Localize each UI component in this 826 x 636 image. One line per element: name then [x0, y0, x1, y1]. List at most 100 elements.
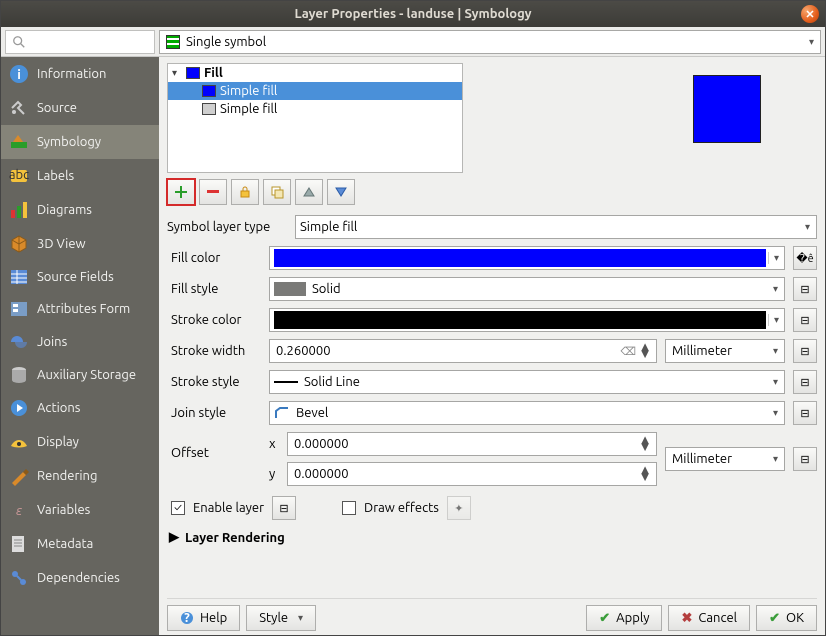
- symbol-layer-type-select[interactable]: Simple fill: [295, 215, 817, 239]
- sidebar-item-label: Source Fields: [37, 271, 114, 284]
- fill-style-select[interactable]: Solid: [269, 277, 785, 301]
- style-button[interactable]: Style: [246, 605, 316, 631]
- symbol-mode-label: Single symbol: [186, 35, 266, 49]
- stroke-style-label: Stroke style: [167, 375, 261, 389]
- layer-rendering-header[interactable]: ▶ Layer Rendering: [167, 530, 817, 545]
- move-up-button[interactable]: [295, 179, 323, 205]
- offset-x-input[interactable]: ▲▼: [287, 432, 657, 456]
- offset-unit[interactable]: Millimeter: [665, 447, 785, 471]
- offset-label: Offset: [167, 432, 261, 460]
- offset-y-label: y: [269, 467, 279, 481]
- stroke-color-label: Stroke color: [167, 313, 261, 327]
- close-icon[interactable]: ✕: [801, 5, 819, 23]
- sidebar-item-source-fields[interactable]: Source Fields: [1, 261, 159, 293]
- sidebar-item-label: Display: [37, 435, 79, 449]
- auxiliary-storage-icon: [9, 365, 29, 385]
- tree-item[interactable]: Simple fill: [168, 100, 462, 118]
- sidebar-item-attributes-form[interactable]: Attributes Form: [1, 293, 159, 325]
- sidebar-item-label: Joins: [37, 335, 67, 349]
- move-down-button[interactable]: [327, 179, 355, 205]
- tree-item[interactable]: Simple fill: [168, 82, 462, 100]
- data-defined-fill-style[interactable]: ⊟: [793, 277, 817, 301]
- source-fields-icon: [9, 267, 29, 287]
- join-style-select[interactable]: Bevel: [269, 401, 785, 425]
- sidebar-item-symbology[interactable]: Symbology: [1, 125, 159, 159]
- symbol-layer-tree[interactable]: ▾FillSimple fillSimple fill: [167, 63, 463, 173]
- enable-layer-checkbox[interactable]: ✓: [171, 501, 185, 515]
- remove-layer-button[interactable]: [199, 179, 227, 205]
- information-icon: i: [9, 64, 29, 84]
- tree-root[interactable]: ▾Fill: [168, 64, 462, 82]
- fill-color-label: Fill color: [167, 251, 261, 265]
- sidebar-item-source[interactable]: Source: [1, 91, 159, 125]
- search-icon: [12, 35, 26, 49]
- offset-x-label: x: [269, 437, 279, 451]
- stroke-color-select[interactable]: ▾: [269, 308, 785, 332]
- cancel-button[interactable]: ✖ Cancel: [668, 605, 750, 631]
- sidebar-item-label: Information: [37, 67, 106, 81]
- data-defined-offset[interactable]: ⊟: [793, 447, 817, 471]
- sidebar-item-label: Labels: [37, 169, 74, 183]
- apply-button[interactable]: ✔ Apply: [586, 605, 662, 631]
- enable-layer-label: Enable layer: [193, 501, 264, 515]
- data-defined-join-style[interactable]: ⊟: [793, 401, 817, 425]
- draw-effects-checkbox[interactable]: [342, 501, 356, 515]
- svg-text:?: ?: [184, 611, 190, 625]
- svg-text:ε: ε: [16, 504, 22, 518]
- titlebar: Layer Properties - landuse | Symbology ✕: [1, 1, 825, 27]
- duplicate-layer-button[interactable]: [263, 179, 291, 205]
- sidebar-item-label: Rendering: [37, 469, 97, 483]
- sidebar-item-diagrams[interactable]: Diagrams: [1, 193, 159, 227]
- rendering-icon: [9, 466, 29, 486]
- symbol-layer-type-label: Symbol layer type: [167, 220, 287, 234]
- metadata-icon: [9, 534, 29, 554]
- data-defined-stroke-style[interactable]: ⊟: [793, 370, 817, 394]
- add-layer-button[interactable]: [167, 179, 195, 205]
- sidebar-item-labels[interactable]: abc Labels: [1, 159, 159, 193]
- svg-text:abc: abc: [9, 168, 29, 182]
- sidebar-item-information[interactable]: i Information: [1, 57, 159, 91]
- sidebar-item-auxiliary-storage[interactable]: Auxiliary Storage: [1, 359, 159, 391]
- variables-icon: ε: [9, 500, 29, 520]
- attributes-form-icon: [9, 299, 29, 319]
- fill-style-label: Fill style: [167, 282, 261, 296]
- symbol-mode-select[interactable]: Single symbol: [159, 30, 821, 54]
- help-button[interactable]: ? Help: [167, 605, 240, 631]
- help-icon: ?: [180, 611, 194, 625]
- sidebar-item-label: Variables: [37, 503, 90, 517]
- sidebar-item-dependencies[interactable]: Dependencies: [1, 561, 159, 595]
- sidebar-item-display[interactable]: Display: [1, 425, 159, 459]
- disclosure-icon: ▶: [169, 530, 179, 545]
- sidebar-item-rendering[interactable]: Rendering: [1, 459, 159, 493]
- data-defined-enable[interactable]: ⊟: [272, 496, 296, 520]
- search-input[interactable]: [5, 30, 155, 54]
- sidebar-item-label: Source: [37, 101, 77, 115]
- lock-layer-button[interactable]: [231, 179, 259, 205]
- symbology-icon: [9, 132, 29, 152]
- sidebar-item-variables[interactable]: ε Variables: [1, 493, 159, 527]
- stroke-style-select[interactable]: Solid Line: [269, 370, 785, 394]
- draw-effects-settings[interactable]: ✦: [447, 496, 471, 520]
- data-defined-stroke-width[interactable]: ⊟: [793, 339, 817, 363]
- sidebar-item-metadata[interactable]: Metadata: [1, 527, 159, 561]
- sidebar-item-joins[interactable]: Joins: [1, 325, 159, 359]
- source-icon: [9, 98, 29, 118]
- labels-icon: abc: [9, 166, 29, 186]
- sidebar-item-label: Diagrams: [37, 203, 92, 217]
- data-defined-fill-color[interactable]: �ê: [793, 246, 817, 270]
- display-icon: [9, 432, 29, 452]
- offset-y-input[interactable]: ▲▼: [287, 462, 657, 486]
- fill-color-select[interactable]: ▾: [269, 246, 785, 270]
- sidebar-item-label: Dependencies: [37, 571, 120, 585]
- data-defined-stroke-color[interactable]: ⊟: [793, 308, 817, 332]
- clear-icon[interactable]: ⌫: [618, 345, 638, 358]
- sidebar-item-label: Actions: [37, 401, 80, 415]
- sidebar-item-label: Symbology: [37, 135, 101, 149]
- sidebar-item-actions[interactable]: Actions: [1, 391, 159, 425]
- sidebar-item-label: Attributes Form: [37, 303, 130, 316]
- ok-button[interactable]: ✔ OK: [756, 605, 817, 631]
- stroke-width-unit[interactable]: Millimeter: [665, 339, 785, 363]
- svg-text:i: i: [17, 68, 21, 82]
- sidebar-item-3d-view[interactable]: 3D View: [1, 227, 159, 261]
- stroke-width-input[interactable]: ⌫ ▲▼: [269, 339, 657, 363]
